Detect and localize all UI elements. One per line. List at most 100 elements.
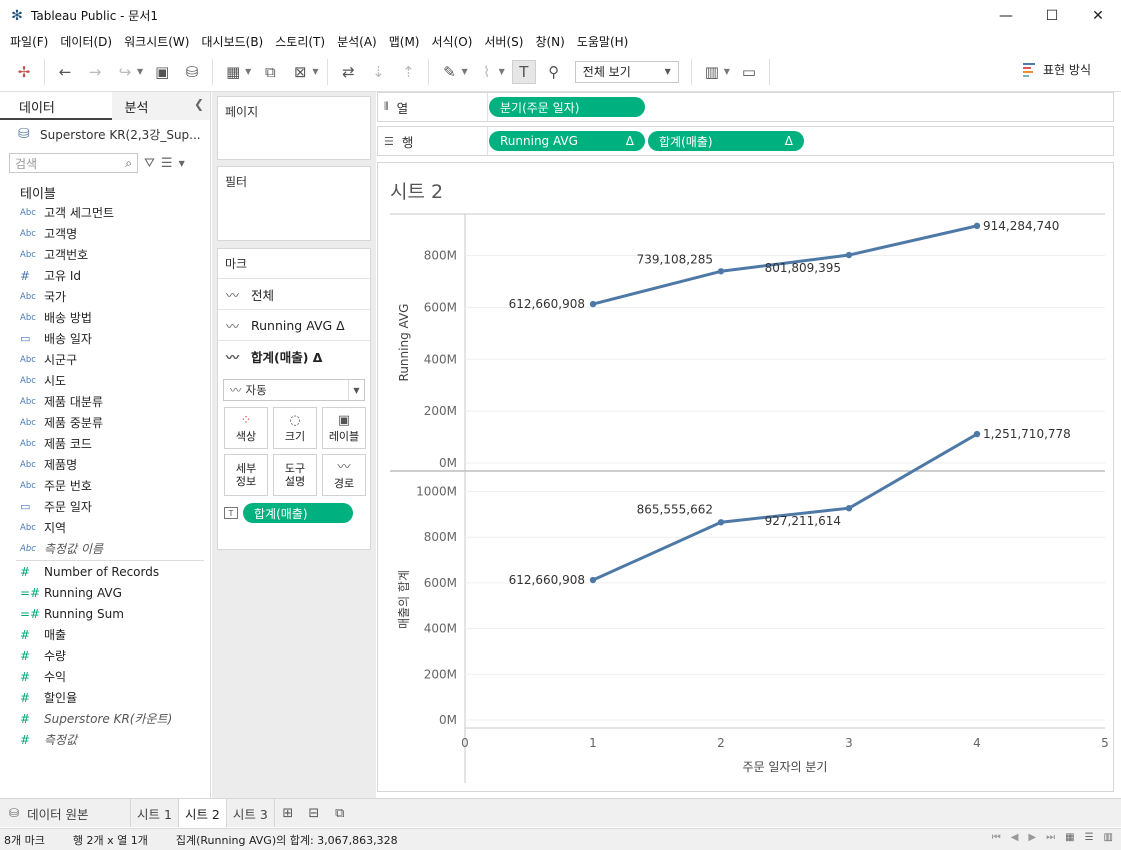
undo-icon[interactable]: ←: [53, 60, 77, 84]
rows-pill-sales[interactable]: 합계(매출) Δ: [648, 131, 804, 151]
sort-descending-icon[interactable]: ⇡: [396, 60, 420, 84]
menu-analysis[interactable]: 분석(A): [331, 33, 383, 50]
menu-window[interactable]: 창(N): [529, 33, 570, 50]
field-item[interactable]: Abc 고객 세그먼트: [0, 202, 210, 223]
tab-datasource[interactable]: ⛁ 데이터 원본: [0, 799, 131, 827]
view-size-select[interactable]: 전체 보기 ▼: [574, 60, 679, 83]
field-item[interactable]: # 수량: [0, 645, 210, 666]
field-item[interactable]: Abc 지역: [0, 517, 210, 538]
marks-row-all[interactable]: 〰 전체: [218, 278, 370, 309]
save-icon[interactable]: ▣: [150, 60, 174, 84]
new-worksheet-icon[interactable]: ▦: [221, 60, 245, 84]
menu-file[interactable]: 파일(F): [4, 33, 54, 50]
field-item[interactable]: Abc 제품 코드: [0, 433, 210, 454]
label-button[interactable]: ▣ 레이블: [322, 407, 366, 449]
columns-shelf[interactable]: ⫴ 열 분기(주문 일자): [377, 92, 1114, 122]
collapse-pane-icon[interactable]: ❮: [194, 97, 204, 111]
minimize-button[interactable]: —: [983, 0, 1029, 31]
filters-card[interactable]: 필터: [217, 166, 371, 241]
columns-pill-quarter[interactable]: 분기(주문 일자): [489, 97, 645, 117]
new-story-icon[interactable]: ⧉: [327, 799, 353, 827]
marks-row-label: 합계(매출) Δ: [251, 349, 323, 365]
rows-pill-running-avg[interactable]: Running AVG Δ: [489, 131, 645, 151]
field-item[interactable]: # 고유 Id: [0, 265, 210, 286]
tab-sheet-3[interactable]: 시트 3: [227, 799, 275, 827]
field-item[interactable]: Abc 측정값 이름: [0, 538, 210, 559]
detail-button[interactable]: 세부 정보: [224, 454, 268, 496]
field-item[interactable]: Abc 배송 방법: [0, 307, 210, 328]
marks-row-running-avg[interactable]: 〰 Running AVG Δ: [218, 309, 370, 340]
duplicate-sheet-icon[interactable]: ⧉: [258, 60, 282, 84]
clear-sheet-icon[interactable]: ⊠: [288, 60, 312, 84]
filter-icon[interactable]: ⛛: [144, 156, 155, 171]
field-item[interactable]: # 수익: [0, 666, 210, 687]
field-item[interactable]: Abc 제품 대분류: [0, 391, 210, 412]
cards-icon[interactable]: ▥: [700, 60, 724, 84]
field-item[interactable]: =# Running Sum: [0, 603, 210, 624]
field-item[interactable]: Abc 주문 번호: [0, 475, 210, 496]
group-icon[interactable]: ⌇: [475, 60, 499, 84]
field-item[interactable]: ▭ 주문 일자: [0, 496, 210, 517]
first-page-icon[interactable]: ⏮: [992, 832, 1001, 843]
field-item[interactable]: # 측정값: [0, 729, 210, 750]
next-page-icon[interactable]: ▶: [1028, 832, 1036, 843]
list-view-icon[interactable]: ☰: [1085, 832, 1094, 843]
menu-format[interactable]: 서식(O): [426, 33, 479, 50]
menu-story[interactable]: 스토리(T): [269, 33, 331, 50]
tooltip-button[interactable]: 도구 설명: [273, 454, 317, 496]
rows-shelf[interactable]: ☰ 행 Running AVG Δ 합계(매출) Δ: [377, 126, 1114, 156]
field-item[interactable]: Abc 고객번호: [0, 244, 210, 265]
new-datasource-icon[interactable]: ⛁: [180, 60, 204, 84]
color-button[interactable]: ⁘ 색상: [224, 407, 268, 449]
tableau-home-icon[interactable]: ✢: [12, 60, 36, 84]
menu-server[interactable]: 서버(S): [478, 33, 529, 50]
path-button[interactable]: 〰 경로: [322, 454, 366, 496]
chevron-down-icon[interactable]: ▼: [179, 159, 185, 168]
menu-dashboard[interactable]: 대시보드(B): [195, 33, 269, 50]
filmstrip-view-icon[interactable]: ▥: [1104, 832, 1113, 843]
redo-icon[interactable]: →: [83, 60, 107, 84]
tab-sheet-1[interactable]: 시트 1: [131, 799, 179, 827]
field-item[interactable]: # 매출: [0, 624, 210, 645]
size-button[interactable]: ◌ 크기: [273, 407, 317, 449]
field-item[interactable]: Abc 시도: [0, 370, 210, 391]
field-item[interactable]: Abc 국가: [0, 286, 210, 307]
datasource-item[interactable]: ⛁ Superstore KR(2,3강_Sup...: [0, 120, 210, 148]
marks-row-sales[interactable]: 〰 합계(매출) Δ: [218, 340, 370, 371]
menu-data[interactable]: 데이터(D): [54, 33, 118, 50]
new-worksheet-icon[interactable]: ⊞: [275, 799, 301, 827]
label-pill-sales[interactable]: 합계(매출): [243, 503, 353, 523]
field-item[interactable]: Abc 시군구: [0, 349, 210, 370]
tab-data[interactable]: 데이터: [0, 92, 113, 120]
field-item[interactable]: Abc 고객명: [0, 223, 210, 244]
pin-icon[interactable]: ⚲: [542, 60, 566, 84]
show-me-button[interactable]: 표현 방식: [1023, 61, 1091, 78]
pages-card[interactable]: 페이지: [217, 96, 371, 160]
search-input[interactable]: 검색 ⌕: [9, 153, 138, 173]
field-item[interactable]: # 할인율: [0, 687, 210, 708]
tab-sheet-2[interactable]: 시트 2: [178, 799, 227, 827]
maximize-button[interactable]: ☐: [1029, 0, 1075, 31]
field-item[interactable]: =# Running AVG: [0, 582, 210, 603]
list-view-icon[interactable]: ☰: [161, 156, 173, 171]
sort-ascending-icon[interactable]: ⇣: [366, 60, 390, 84]
field-item[interactable]: # Superstore KR(카운트): [0, 708, 210, 729]
menu-help[interactable]: 도움말(H): [571, 33, 635, 50]
field-item[interactable]: # Number of Records: [0, 561, 210, 582]
field-item[interactable]: Abc 제품 중분류: [0, 412, 210, 433]
last-page-icon[interactable]: ⏭: [1046, 832, 1055, 843]
menu-map[interactable]: 맵(M): [383, 33, 426, 50]
swap-icon[interactable]: ⇄: [336, 60, 360, 84]
field-item[interactable]: ▭ 배송 일자: [0, 328, 210, 349]
menu-worksheet[interactable]: 워크시트(W): [118, 33, 195, 50]
new-dashboard-icon[interactable]: ⊟: [301, 799, 327, 827]
highlight-icon[interactable]: ✎: [437, 60, 461, 84]
presentation-icon[interactable]: ▭: [737, 60, 761, 84]
show-labels-icon[interactable]: T: [511, 59, 536, 84]
grid-view-icon[interactable]: ▦: [1065, 832, 1074, 843]
close-button[interactable]: ✕: [1075, 0, 1121, 31]
field-item[interactable]: Abc 제품명: [0, 454, 210, 475]
replay-icon[interactable]: ↪: [113, 60, 137, 84]
mark-type-select[interactable]: 〰 자동 ▼: [223, 379, 365, 401]
prev-page-icon[interactable]: ◀: [1011, 832, 1019, 843]
